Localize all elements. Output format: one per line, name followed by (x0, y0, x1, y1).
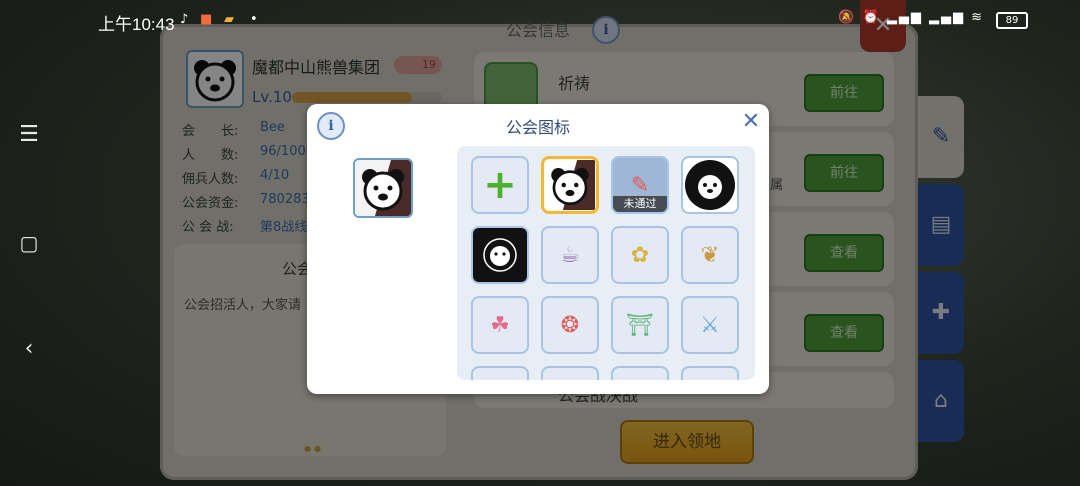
mug-icon[interactable]: ☕ (541, 226, 599, 284)
crossed-swords-icon-glyph: ⚔ (700, 312, 720, 338)
flower-icon[interactable]: ✿ (611, 226, 669, 284)
status-time: 上午10:43 (98, 15, 175, 34)
mug-icon-glyph: ☕ (560, 242, 580, 268)
icon-grid: + ✎ 未通过 ☕ ✿ ❦ ☘ ❂ ⛩ ⚔ (471, 156, 739, 380)
paw-icon-glyph: ❦ (700, 242, 720, 268)
partial-icon-4[interactable] (681, 366, 739, 380)
custom-icon-pending[interactable]: ✎ 未通过 (611, 156, 669, 214)
review-failed-tag: 未通过 (613, 196, 667, 212)
partial-icon-1[interactable] (471, 366, 529, 380)
partial-icon-2[interactable] (541, 366, 599, 380)
status-bar: 上午10:43 ♪ ■ ▰ • 🔕 ⏰ ▂▄▆ ▂▄▆ ≋ 89 (0, 0, 1080, 38)
dialog-title: 公会图标 (505, 118, 570, 137)
gate-icon[interactable]: ⛩ (611, 296, 669, 354)
app-notification-icon: ■ (200, 12, 213, 27)
bears-dark-logo[interactable] (471, 226, 529, 284)
clover-icon-glyph: ☘ (490, 312, 510, 338)
tiktok-icon: ♪ (180, 12, 189, 27)
custom-icon-pending-glyph: ✎ (630, 172, 650, 198)
plus-icon: + (483, 162, 517, 208)
wings-icon[interactable]: ❂ (541, 296, 599, 354)
battery-icon: 89 (996, 12, 1028, 29)
guild-icon-dialog: i 公会图标 ✕ + ✎ 未通过 ☕ ✿ ❦ ☘ ❂ ⛩ ⚔ (307, 104, 769, 394)
message-notification-icon: ▰ (224, 12, 234, 27)
android-nav-bar: ☰ ▢ ‹ (0, 0, 58, 486)
current-guild-icon (353, 158, 413, 218)
gate-icon-glyph: ⛩ (626, 312, 654, 338)
paw-icon[interactable]: ❦ (681, 226, 739, 284)
zhongshan-round-logo[interactable] (681, 156, 739, 214)
clover-icon[interactable]: ☘ (471, 296, 529, 354)
back-icon[interactable]: ‹ (14, 334, 44, 364)
bear-logo[interactable] (541, 156, 599, 214)
more-notifications-icon: • (250, 12, 258, 27)
crossed-swords-icon[interactable]: ⚔ (681, 296, 739, 354)
partial-icon-3[interactable] (611, 366, 669, 380)
home-icon[interactable]: ▢ (14, 228, 44, 258)
add-icon-button[interactable]: + (471, 156, 529, 214)
signal-icons: 🔕 ⏰ ▂▄▆ ▂▄▆ ≋ (838, 10, 984, 25)
flower-icon-glyph: ✿ (630, 242, 650, 268)
icon-grid-scroll[interactable]: + ✎ 未通过 ☕ ✿ ❦ ☘ ❂ ⛩ ⚔ (457, 146, 755, 380)
wings-icon-glyph: ❂ (560, 312, 580, 338)
menu-icon[interactable]: ☰ (14, 120, 44, 150)
dialog-close-icon[interactable]: ✕ (741, 111, 761, 133)
